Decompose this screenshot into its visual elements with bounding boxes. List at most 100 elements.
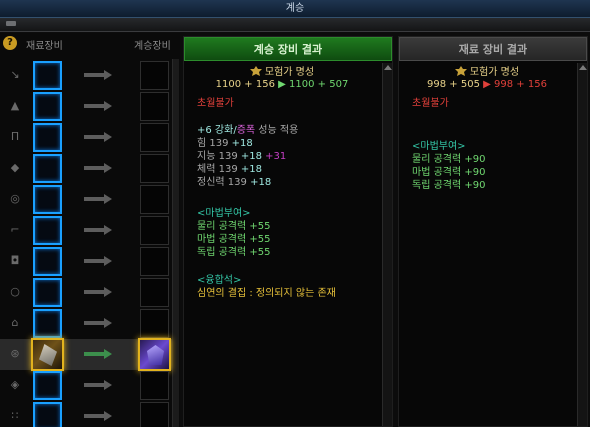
- inherit-slot[interactable]: [140, 309, 169, 338]
- center-scrollbar[interactable]: [382, 63, 392, 426]
- shoulder-icon: ◆: [10, 161, 20, 174]
- inherit-slot[interactable]: [140, 402, 169, 427]
- right-scrollbar[interactable]: [577, 63, 587, 426]
- equipment-row-weapon[interactable]: ↘: [0, 60, 172, 91]
- equipment-row-ring[interactable]: ⌂: [0, 308, 172, 339]
- material-slot[interactable]: [33, 278, 62, 307]
- pants-icon: Π: [10, 130, 20, 143]
- enchant-value: +90: [464, 167, 486, 178]
- fame-row: 모험가 명성: [184, 66, 380, 79]
- arrow-right-icon: [84, 287, 112, 297]
- inherit-column-header: 계승장비: [134, 41, 171, 52]
- upgrade-line: +6 강화/증폭 성능 적용: [197, 125, 298, 137]
- inherit-result-header[interactable]: 계승 장비 결과: [184, 37, 392, 61]
- material-slot[interactable]: [33, 247, 62, 276]
- arrow-right-icon: [84, 411, 112, 421]
- arrow-right-icon: [84, 349, 112, 359]
- necklace-icon: ○: [10, 285, 20, 298]
- inherit-slot[interactable]: [140, 216, 169, 245]
- material-slot[interactable]: [33, 402, 62, 427]
- stat-add: +18: [231, 138, 253, 149]
- material-slot[interactable]: [33, 154, 62, 183]
- equipment-row-bracelet[interactable]: ◘: [0, 246, 172, 277]
- transcend-status: 초월불가: [197, 98, 234, 109]
- inherit-slot[interactable]: [140, 61, 169, 90]
- chest-armor-icon: ▲: [10, 99, 20, 112]
- scroll-up-icon[interactable]: [579, 65, 587, 70]
- enchant-value: +55: [249, 234, 271, 245]
- arrow-right-icon: [84, 194, 112, 204]
- inherit-slot[interactable]: [140, 92, 169, 121]
- arrow-right-icon: [84, 132, 112, 142]
- equipment-row-magic-stone[interactable]: ◈: [0, 370, 172, 401]
- fame-values: 998 + 505 ▶ 998 + 156: [399, 79, 575, 91]
- equipment-row-support[interactable]: ⊛: [0, 338, 172, 371]
- upgrade-prefix: +6 강화/: [197, 125, 237, 136]
- stat-base: 139: [227, 177, 247, 188]
- material-slot[interactable]: [33, 185, 62, 214]
- question-icon[interactable]: ?: [3, 36, 17, 50]
- fame-label: 모험가 명성: [264, 67, 315, 78]
- equipment-row-earring[interactable]: ∷: [0, 401, 172, 427]
- material-slot[interactable]: [33, 371, 62, 400]
- inherit-slot[interactable]: [140, 247, 169, 276]
- equipment-list-panel: ? 재료장비 계승장비 ↘ ▲ Π ◆ ◎ ⌐ ◘ ○ ⌂ ⊛ ◈ ∷: [0, 33, 180, 427]
- enchant-name: 마법 공격력: [412, 167, 462, 178]
- inherit-item-slot[interactable]: [138, 338, 171, 371]
- material-result-header[interactable]: 재료 장비 결과: [399, 37, 587, 61]
- enchant-name: 물리 공격력: [412, 154, 462, 165]
- stat-add: +18: [250, 177, 272, 188]
- fame-before: 1100 + 156: [215, 79, 275, 90]
- enchant-value: +90: [464, 154, 486, 165]
- material-column-header: 재료장비: [26, 41, 63, 52]
- fusion-value: 심연의 결집 : 정의되지 않는 존재: [197, 288, 336, 299]
- material-slot[interactable]: [33, 216, 62, 245]
- material-slot[interactable]: [33, 309, 62, 338]
- boots-icon: ⌐: [10, 223, 20, 236]
- enchant-value: +55: [249, 247, 271, 258]
- title-strip: [0, 18, 590, 32]
- material-slot[interactable]: [33, 123, 62, 152]
- belt-icon: ◎: [10, 192, 20, 205]
- arrow-right-icon: [84, 380, 112, 390]
- fame-values: 1100 + 156 ▶ 1100 + 507: [184, 79, 380, 91]
- support-icon: ⊛: [10, 347, 20, 360]
- fame-arrow: ▶: [278, 79, 286, 90]
- stat-add: +18: [240, 164, 262, 175]
- enchant-row: 물리 공격력 +55: [197, 221, 270, 233]
- enchant-row: 독립 공격력 +90: [412, 180, 485, 192]
- stat-extra: +31: [265, 151, 287, 162]
- enchant-name: 독립 공격력: [197, 247, 247, 258]
- left-scrollbar[interactable]: [172, 59, 179, 427]
- equipment-row-top[interactable]: ▲: [0, 91, 172, 122]
- stat-row: 힘 139 +18: [197, 138, 253, 150]
- enchant-header: <마법부여>: [197, 208, 251, 219]
- material-result-panel: 재료 장비 결과 모험가 명성 998 + 505 ▶ 998 + 156 초월…: [398, 36, 588, 427]
- material-item-slot[interactable]: [31, 338, 64, 371]
- arrow-right-icon: [84, 225, 112, 235]
- arrow-right-icon: [84, 101, 112, 111]
- stat-base: 139: [218, 164, 238, 175]
- fame-after: 1100 + 507: [289, 79, 349, 90]
- material-slot[interactable]: [33, 92, 62, 121]
- equipment-row-belt[interactable]: ◎: [0, 184, 172, 215]
- equipment-row-shoulder[interactable]: ◆: [0, 153, 172, 184]
- enchant-row: 독립 공격력 +55: [197, 247, 270, 259]
- inherit-slot[interactable]: [140, 154, 169, 183]
- ring-icon: ⌂: [11, 316, 19, 329]
- enchant-header: <마법부여>: [412, 141, 466, 152]
- scroll-up-icon[interactable]: [384, 65, 392, 70]
- equipment-row-necklace[interactable]: ○: [0, 277, 172, 308]
- inherit-slot[interactable]: [140, 371, 169, 400]
- inherit-slot[interactable]: [140, 278, 169, 307]
- equipment-row-bottom[interactable]: Π: [0, 122, 172, 153]
- fame-after: 998 + 156: [494, 79, 547, 90]
- inherit-slot[interactable]: [140, 185, 169, 214]
- equipment-row-shoes[interactable]: ⌐: [0, 215, 172, 246]
- stat-row: 지능 139 +18 +31: [197, 151, 286, 163]
- magic-stone-icon: ◈: [10, 378, 20, 391]
- material-slot[interactable]: [33, 61, 62, 90]
- upgrade-amp: 증폭: [236, 125, 256, 136]
- inherit-slot[interactable]: [140, 123, 169, 152]
- notch-icon: [6, 21, 16, 26]
